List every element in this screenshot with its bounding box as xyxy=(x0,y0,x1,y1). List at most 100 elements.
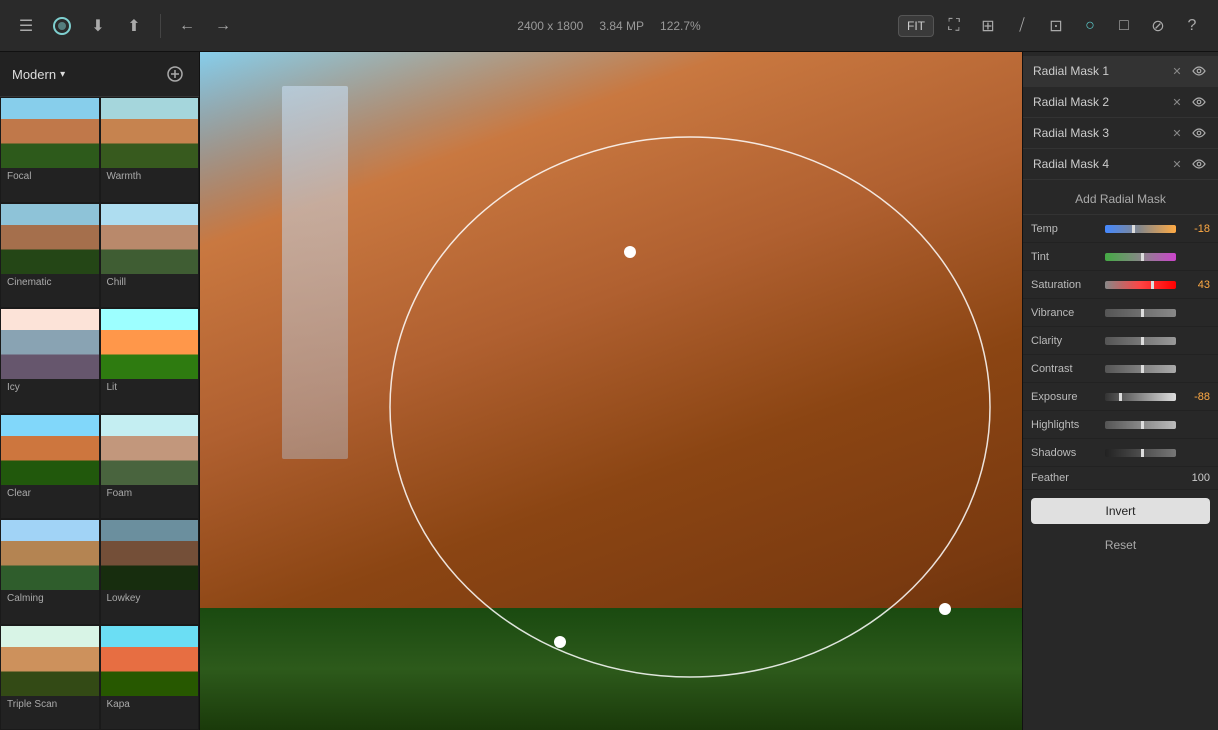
vibrance-thumb xyxy=(1141,309,1144,317)
preset-header: Modern ▾ xyxy=(0,52,199,97)
download-icon[interactable]: ⬇ xyxy=(84,12,112,40)
image-zoom: 122.7% xyxy=(660,19,701,33)
contrast-slider[interactable] xyxy=(1105,362,1176,376)
shadows-label: Shadows xyxy=(1031,447,1099,459)
mask-4-visibility-icon[interactable] xyxy=(1190,155,1208,173)
saturation-slider[interactable] xyxy=(1105,278,1176,292)
exposure-slider[interactable] xyxy=(1105,390,1176,404)
compare-icon[interactable]: ⧸ xyxy=(1008,12,1036,40)
vibrance-label: Vibrance xyxy=(1031,307,1099,319)
preset-item-foam[interactable]: Foam xyxy=(100,414,200,520)
saturation-value: 43 xyxy=(1182,279,1210,291)
mask-item-3[interactable]: Radial Mask 3 ✕ xyxy=(1023,118,1218,149)
undo-icon[interactable]: ← xyxy=(173,12,201,40)
reset-button[interactable]: Reset xyxy=(1031,532,1210,558)
preset-item-icy[interactable]: Icy xyxy=(0,308,100,414)
mask-2-actions: ✕ xyxy=(1168,93,1208,111)
rect-icon[interactable]: □ xyxy=(1110,12,1138,40)
help-icon[interactable]: ? xyxy=(1178,12,1206,40)
preset-category-selector[interactable]: Modern ▾ xyxy=(12,67,65,82)
preset-item-lit[interactable]: Lit xyxy=(100,308,200,414)
redo-icon[interactable]: → xyxy=(209,12,237,40)
fit-button[interactable]: FIT xyxy=(898,15,934,37)
tint-thumb xyxy=(1141,253,1144,261)
mask-4-close-icon[interactable]: ✕ xyxy=(1168,155,1186,173)
preset-item-chill[interactable]: Chill xyxy=(100,203,200,309)
mask-2-visibility-icon[interactable] xyxy=(1190,93,1208,111)
tint-track xyxy=(1105,253,1176,261)
mask-3-close-icon[interactable]: ✕ xyxy=(1168,124,1186,142)
mask-1-close-icon[interactable]: ✕ xyxy=(1168,62,1186,80)
share-icon[interactable]: ⬆ xyxy=(120,12,148,40)
saturation-row: Saturation 43 xyxy=(1023,271,1218,299)
crop-icon[interactable]: ⊡ xyxy=(1042,12,1070,40)
mask-item-1[interactable]: Radial Mask 1 ✕ xyxy=(1023,56,1218,87)
feather-label: Feather xyxy=(1031,472,1099,484)
radial-icon[interactable]: ○ xyxy=(1076,12,1104,40)
mask-1-visibility-icon[interactable] xyxy=(1190,62,1208,80)
preset-item-focal[interactable]: Focal xyxy=(0,97,100,203)
tint-label: Tint xyxy=(1031,251,1099,263)
preset-label-foam: Foam xyxy=(101,485,199,502)
add-mask-button[interactable]: Add Radial Mask xyxy=(1023,184,1218,215)
contrast-thumb xyxy=(1141,365,1144,373)
adjustments-panel: Temp -18 Tint Sat xyxy=(1023,215,1218,730)
grid-view-icon[interactable]: ⊞ xyxy=(974,12,1002,40)
mask-item-2[interactable]: Radial Mask 2 ✕ xyxy=(1023,87,1218,118)
preset-item-kapa[interactable]: Kapa xyxy=(100,625,200,730)
preset-item-cinematic[interactable]: Cinematic xyxy=(0,203,100,309)
mask-3-visibility-icon[interactable] xyxy=(1190,124,1208,142)
exposure-track xyxy=(1105,393,1176,401)
exposure-label: Exposure xyxy=(1031,391,1099,403)
shadows-slider[interactable] xyxy=(1105,446,1176,460)
mask-list: Radial Mask 1 ✕ Radial Mask 2 ✕ xyxy=(1023,52,1218,184)
vibrance-slider[interactable] xyxy=(1105,306,1176,320)
temp-slider[interactable] xyxy=(1105,222,1176,236)
preset-label-clear: Clear xyxy=(1,485,99,502)
preset-item-warmth[interactable]: Warmth xyxy=(100,97,200,203)
ban-icon[interactable]: ⊘ xyxy=(1144,12,1172,40)
invert-button[interactable]: Invert xyxy=(1031,498,1210,524)
tint-row: Tint xyxy=(1023,243,1218,271)
preset-label-icy: Icy xyxy=(1,379,99,396)
highlights-thumb xyxy=(1141,421,1144,429)
mask-2-label: Radial Mask 2 xyxy=(1033,95,1109,109)
preset-label-chill: Chill xyxy=(101,274,199,291)
saturation-track xyxy=(1105,281,1176,289)
preset-item-lowkey[interactable]: Lowkey xyxy=(100,519,200,625)
waterfall xyxy=(282,86,348,459)
clarity-row: Clarity xyxy=(1023,327,1218,355)
mask-1-label: Radial Mask 1 xyxy=(1033,64,1109,78)
mask-item-4[interactable]: Radial Mask 4 ✕ xyxy=(1023,149,1218,180)
temp-value: -18 xyxy=(1182,223,1210,235)
exposure-row: Exposure -88 xyxy=(1023,383,1218,411)
preset-item-calming[interactable]: Calming xyxy=(0,519,100,625)
clarity-thumb xyxy=(1141,337,1144,345)
mask-4-actions: ✕ xyxy=(1168,155,1208,173)
mask-2-close-icon[interactable]: ✕ xyxy=(1168,93,1186,111)
top-toolbar: ☰ ⬇ ⬆ ← → 2400 x 1800 3.84 MP 122.7% FIT… xyxy=(0,0,1218,52)
feather-value: 100 xyxy=(1192,472,1210,484)
contrast-row: Contrast xyxy=(1023,355,1218,383)
add-mask-label: Add Radial Mask xyxy=(1075,192,1166,206)
mask-3-label: Radial Mask 3 xyxy=(1033,126,1109,140)
highlights-row: Highlights xyxy=(1023,411,1218,439)
tint-slider[interactable] xyxy=(1105,250,1176,264)
temp-thumb xyxy=(1132,225,1135,233)
main-layout: Modern ▾ Focal xyxy=(0,52,1218,730)
preset-item-clear[interactable]: Clear xyxy=(0,414,100,520)
canvas-image xyxy=(200,52,1022,730)
left-panel: Modern ▾ Focal xyxy=(0,52,200,730)
highlights-slider[interactable] xyxy=(1105,418,1176,432)
preset-label-warmth: Warmth xyxy=(101,168,199,185)
clarity-slider[interactable] xyxy=(1105,334,1176,348)
menu-icon[interactable]: ☰ xyxy=(12,12,40,40)
clarity-label: Clarity xyxy=(1031,335,1099,347)
preset-label-lit: Lit xyxy=(101,379,199,396)
add-preset-button[interactable] xyxy=(163,62,187,86)
mask-3-actions: ✕ xyxy=(1168,124,1208,142)
canvas-area[interactable] xyxy=(200,52,1022,730)
expand-icon[interactable]: ⛶ xyxy=(940,12,968,40)
temp-row: Temp -18 xyxy=(1023,215,1218,243)
preset-item-triple-scan[interactable]: Triple Scan xyxy=(0,625,100,730)
